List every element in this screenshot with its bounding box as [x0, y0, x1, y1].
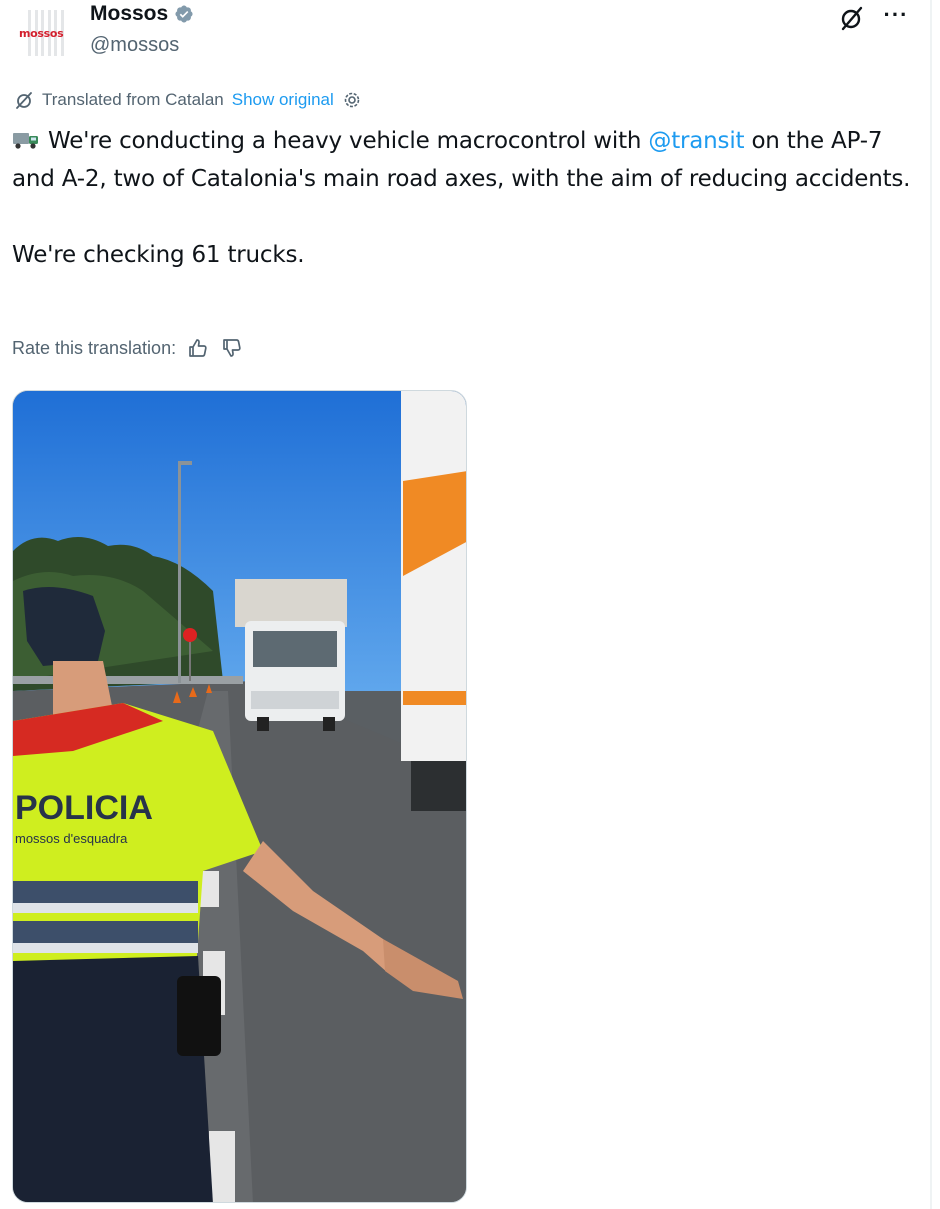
mention-link[interactable]: @transit [648, 128, 744, 154]
avatar[interactable]: mossos [16, 6, 74, 60]
grok-button[interactable] [836, 4, 868, 32]
vest-text: POLICIA [15, 789, 153, 827]
grok-icon [841, 6, 863, 31]
tweet-media-photo[interactable]: POLICIA mossos d'esquadra [12, 390, 467, 1203]
translation-notice: Translated from Catalan Show original [14, 90, 362, 110]
police-photo: POLICIA mossos d'esquadra [13, 391, 466, 1202]
timeline-border [930, 0, 932, 1209]
translate-icon [16, 92, 32, 109]
tweet-header: mossos Mossos @mossos ··· [10, 0, 920, 70]
author-handle[interactable]: @mossos [90, 34, 179, 57]
more-options-button[interactable]: ··· [880, 4, 912, 32]
show-original-link[interactable]: Show original [232, 90, 334, 110]
more-options-icon: ··· [883, 2, 909, 27]
truck-emoji [13, 133, 38, 149]
translated-from-label: Translated from Catalan [42, 90, 224, 109]
tweet-text: We're conducting a heavy vehicle macroco… [12, 122, 912, 274]
gear-icon[interactable] [342, 90, 362, 110]
author-name-row: Mossos [90, 2, 194, 26]
tweet-text-part1: We're conducting a heavy vehicle macroco… [48, 128, 649, 154]
tweet-second-paragraph: We're checking 61 trucks. [12, 242, 305, 268]
rate-translation: Rate this translation: [12, 336, 244, 360]
author-name[interactable]: Mossos [90, 2, 168, 26]
verified-badge-icon [175, 5, 193, 23]
avatar-logo-text: mossos [19, 27, 64, 40]
thumbs-up-icon[interactable] [186, 336, 210, 360]
rate-translation-label: Rate this translation: [12, 337, 177, 358]
vest-subtext: mossos d'esquadra [15, 831, 128, 846]
thumbs-down-icon[interactable] [220, 336, 244, 360]
